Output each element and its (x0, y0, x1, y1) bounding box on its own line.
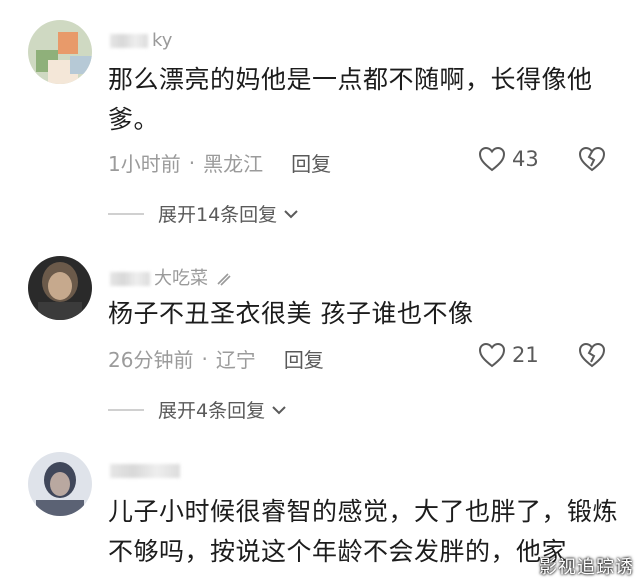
avatar[interactable] (28, 256, 92, 320)
username[interactable]: ky (110, 30, 172, 51)
heart-icon (478, 146, 506, 172)
separator: · (188, 150, 196, 175)
reply-button[interactable]: 回复 (284, 344, 324, 373)
chevron-down-icon (284, 209, 298, 218)
dislike-button[interactable] (578, 342, 606, 372)
comment-time: 1小时前 (108, 152, 181, 176)
comment-time: 26分钟前 (108, 348, 194, 372)
separator: · (201, 346, 208, 371)
avatar[interactable] (28, 452, 92, 516)
reply-button[interactable]: 回复 (291, 148, 331, 177)
expand-label: 展开14条回复 (158, 204, 278, 226)
comment-text: 杨子不丑圣衣很美 孩子谁也不像 (108, 299, 474, 328)
watermark: 影视追踪诱 (539, 557, 634, 578)
divider (108, 212, 144, 215)
like-count: 21 (512, 343, 539, 367)
broken-heart-icon (578, 146, 606, 172)
like-button[interactable]: 43 (478, 146, 539, 172)
edit-icon (217, 273, 231, 286)
like-button[interactable]: 21 (478, 342, 539, 368)
expand-replies-button[interactable]: 展开4条回复 (108, 396, 287, 423)
comment-location: 辽宁 (215, 348, 256, 372)
username[interactable]: 大吃菜 (110, 264, 232, 290)
divider (108, 408, 144, 411)
dislike-button[interactable] (578, 146, 606, 176)
comment-meta: 26分钟前 · 辽宁 回复 (108, 344, 324, 373)
chevron-down-icon (272, 405, 286, 414)
expand-label: 展开4条回复 (158, 400, 266, 422)
comment-text: 那么漂亮的妈他是一点都不随啊，长得像他爹。 (108, 65, 593, 134)
heart-icon (478, 342, 506, 368)
like-count: 43 (512, 147, 539, 171)
expand-replies-button[interactable]: 展开14条回复 (108, 200, 299, 227)
avatar[interactable] (28, 20, 92, 84)
comment-meta: 1小时前 · 黑龙江 回复 (108, 148, 331, 177)
username[interactable] (110, 460, 184, 481)
broken-heart-icon (578, 342, 606, 368)
comment-location: 黑龙江 (203, 152, 264, 176)
